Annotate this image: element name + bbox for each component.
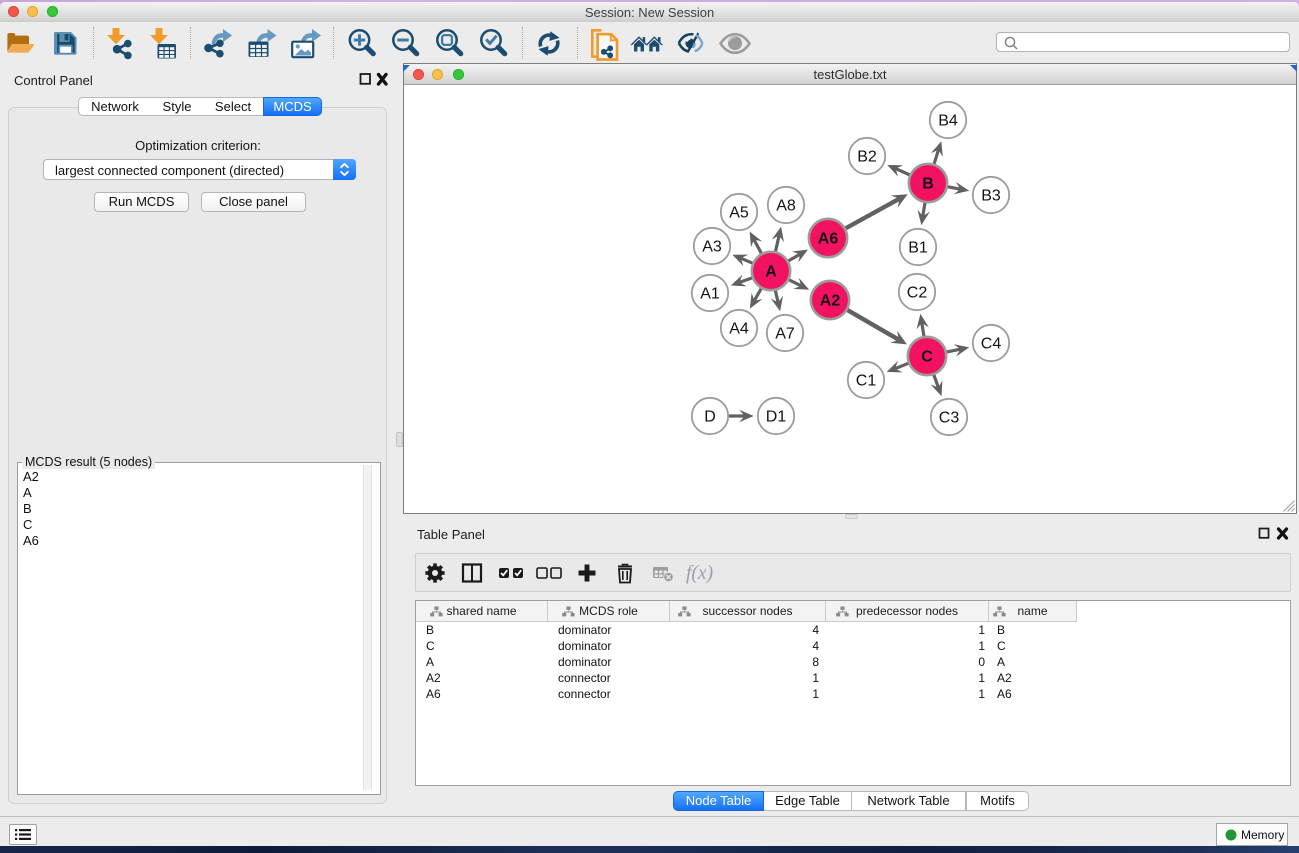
svg-text:A7: A7 [775, 326, 795, 343]
svg-text:C: C [921, 349, 933, 366]
svg-text:C2: C2 [907, 285, 928, 302]
svg-text:f(x): f(x) [686, 563, 713, 584]
svg-text:B3: B3 [981, 188, 1001, 205]
svg-text:A2: A2 [820, 293, 841, 310]
svg-text:D1: D1 [766, 409, 787, 426]
svg-text:A3: A3 [702, 239, 722, 256]
svg-text:C1: C1 [856, 373, 877, 390]
svg-text:A8: A8 [776, 198, 796, 215]
svg-text:A4: A4 [729, 321, 749, 338]
svg-text:A: A [765, 264, 777, 281]
svg-text:B2: B2 [857, 149, 877, 166]
svg-text:D: D [704, 409, 716, 426]
svg-text:B4: B4 [938, 113, 958, 130]
svg-text:C3: C3 [939, 410, 960, 427]
svg-text:C4: C4 [981, 336, 1002, 353]
svg-text:A6: A6 [818, 231, 839, 248]
svg-text:B: B [922, 176, 934, 193]
svg-text:A1: A1 [700, 286, 720, 303]
svg-text:A5: A5 [729, 205, 749, 222]
svg-text:B1: B1 [908, 240, 928, 257]
